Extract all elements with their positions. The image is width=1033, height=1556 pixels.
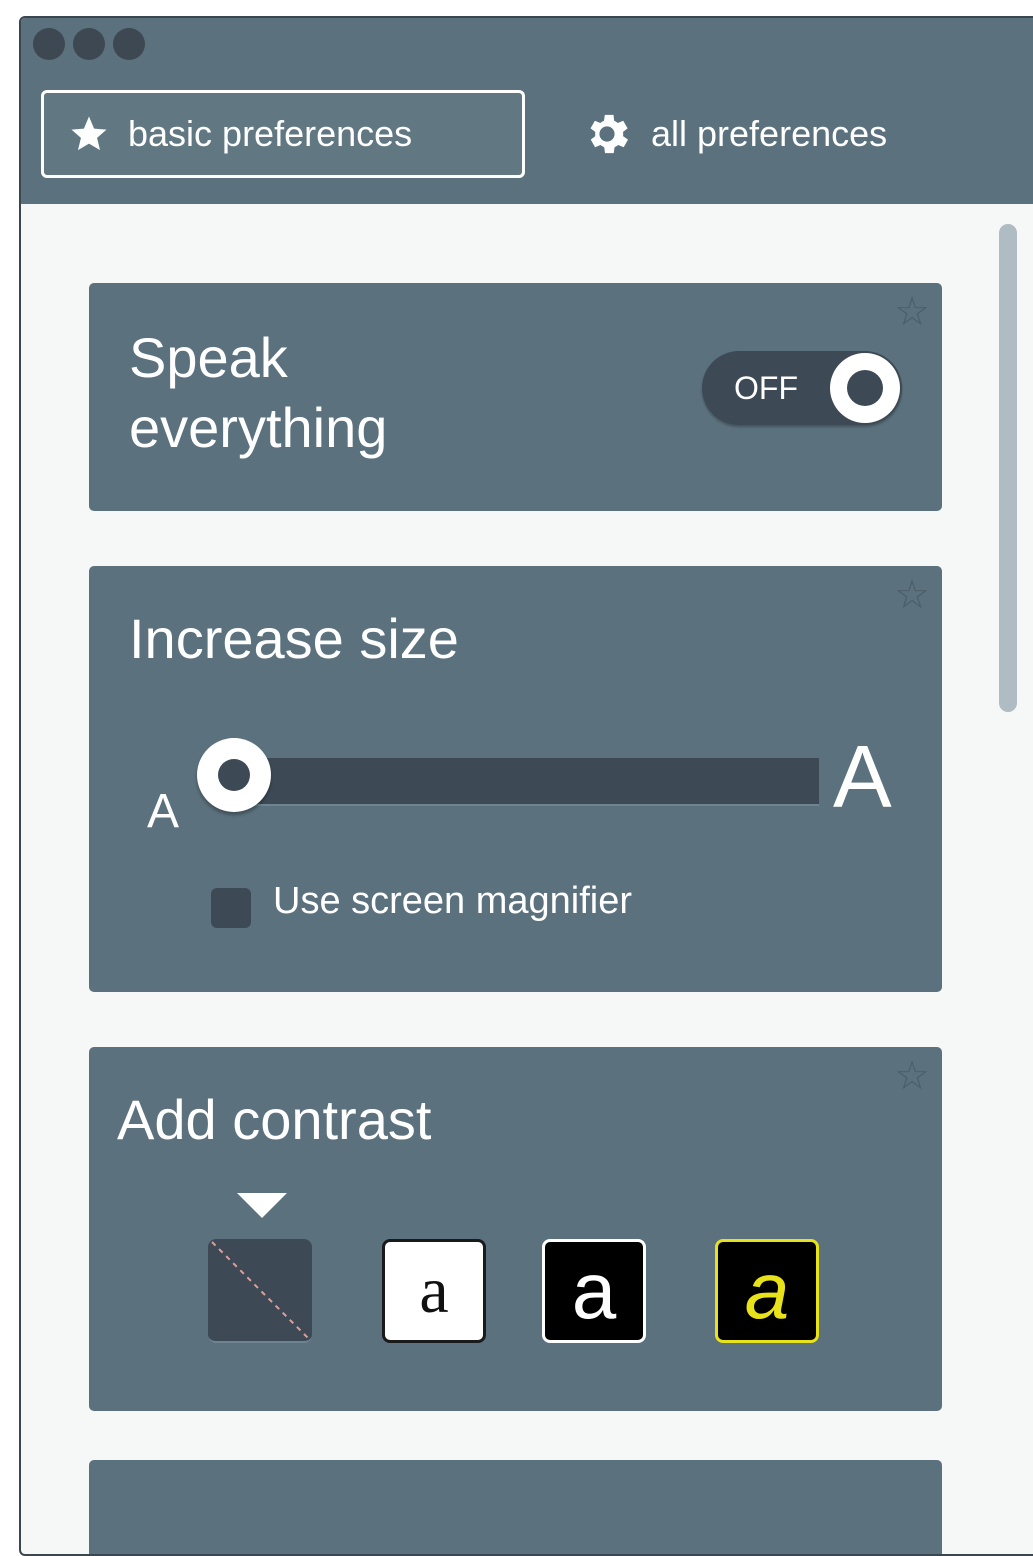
size-slider-track[interactable] — [219, 758, 819, 806]
contrast-option-none[interactable] — [208, 1239, 312, 1343]
favorite-star-icon[interactable]: ☆ — [894, 1053, 930, 1099]
window-close-dot[interactable] — [33, 28, 65, 60]
increase-size-card: ☆ Increase size A A Use screen magnifier — [89, 566, 942, 992]
tab-all-label: all preferences — [651, 113, 888, 154]
tab-basic-preferences[interactable]: basic preferences — [41, 90, 525, 178]
preferences-window: basic preferences all preferences ☆ Spea… — [19, 16, 1033, 1556]
tab-basic-label: basic preferences — [128, 113, 413, 154]
contrast-option-yellow-on-black[interactable]: a — [715, 1239, 819, 1343]
title-bar: basic preferences all preferences — [21, 18, 1033, 204]
tab-all-preferences[interactable]: all preferences — [581, 90, 1001, 178]
speak-title: Speak everything — [129, 323, 387, 463]
toggle-knob[interactable] — [830, 353, 900, 423]
size-slider-thumb[interactable] — [197, 738, 271, 812]
star-icon — [71, 116, 107, 151]
toggle-state-label: OFF — [734, 370, 798, 406]
add-contrast-card: ☆ Add contrast a a a — [89, 1047, 942, 1411]
contrast-title: Add contrast — [117, 1088, 432, 1151]
contrast-glyph: a — [419, 1254, 449, 1327]
size-title: Increase size — [129, 607, 459, 670]
contrast-glyph: a — [744, 1246, 790, 1335]
contrast-option-white-on-black[interactable]: a — [542, 1239, 646, 1343]
speak-everything-card: ☆ Speak everything OFF — [89, 283, 942, 511]
gear-icon — [590, 114, 629, 154]
scrollbar[interactable] — [999, 224, 1017, 712]
speak-title-line1: Speak — [129, 326, 288, 389]
no-contrast-slash-icon — [211, 1241, 309, 1339]
size-large-label: A — [833, 727, 892, 826]
speak-toggle[interactable]: OFF — [702, 351, 902, 425]
next-preference-card — [89, 1460, 942, 1554]
contrast-glyph: a — [571, 1246, 617, 1335]
speak-title-line2: everything — [129, 396, 388, 459]
selected-indicator-icon — [237, 1193, 287, 1218]
contrast-option-black-on-white[interactable]: a — [382, 1239, 486, 1343]
screen-magnifier-label: Use screen magnifier — [273, 880, 633, 922]
favorite-star-icon[interactable]: ☆ — [894, 572, 930, 618]
screen-magnifier-checkbox[interactable] — [211, 888, 251, 928]
window-maximize-dot[interactable] — [113, 28, 145, 60]
favorite-star-icon[interactable]: ☆ — [894, 289, 930, 335]
window-minimize-dot[interactable] — [73, 28, 105, 60]
size-small-label: A — [147, 785, 180, 838]
